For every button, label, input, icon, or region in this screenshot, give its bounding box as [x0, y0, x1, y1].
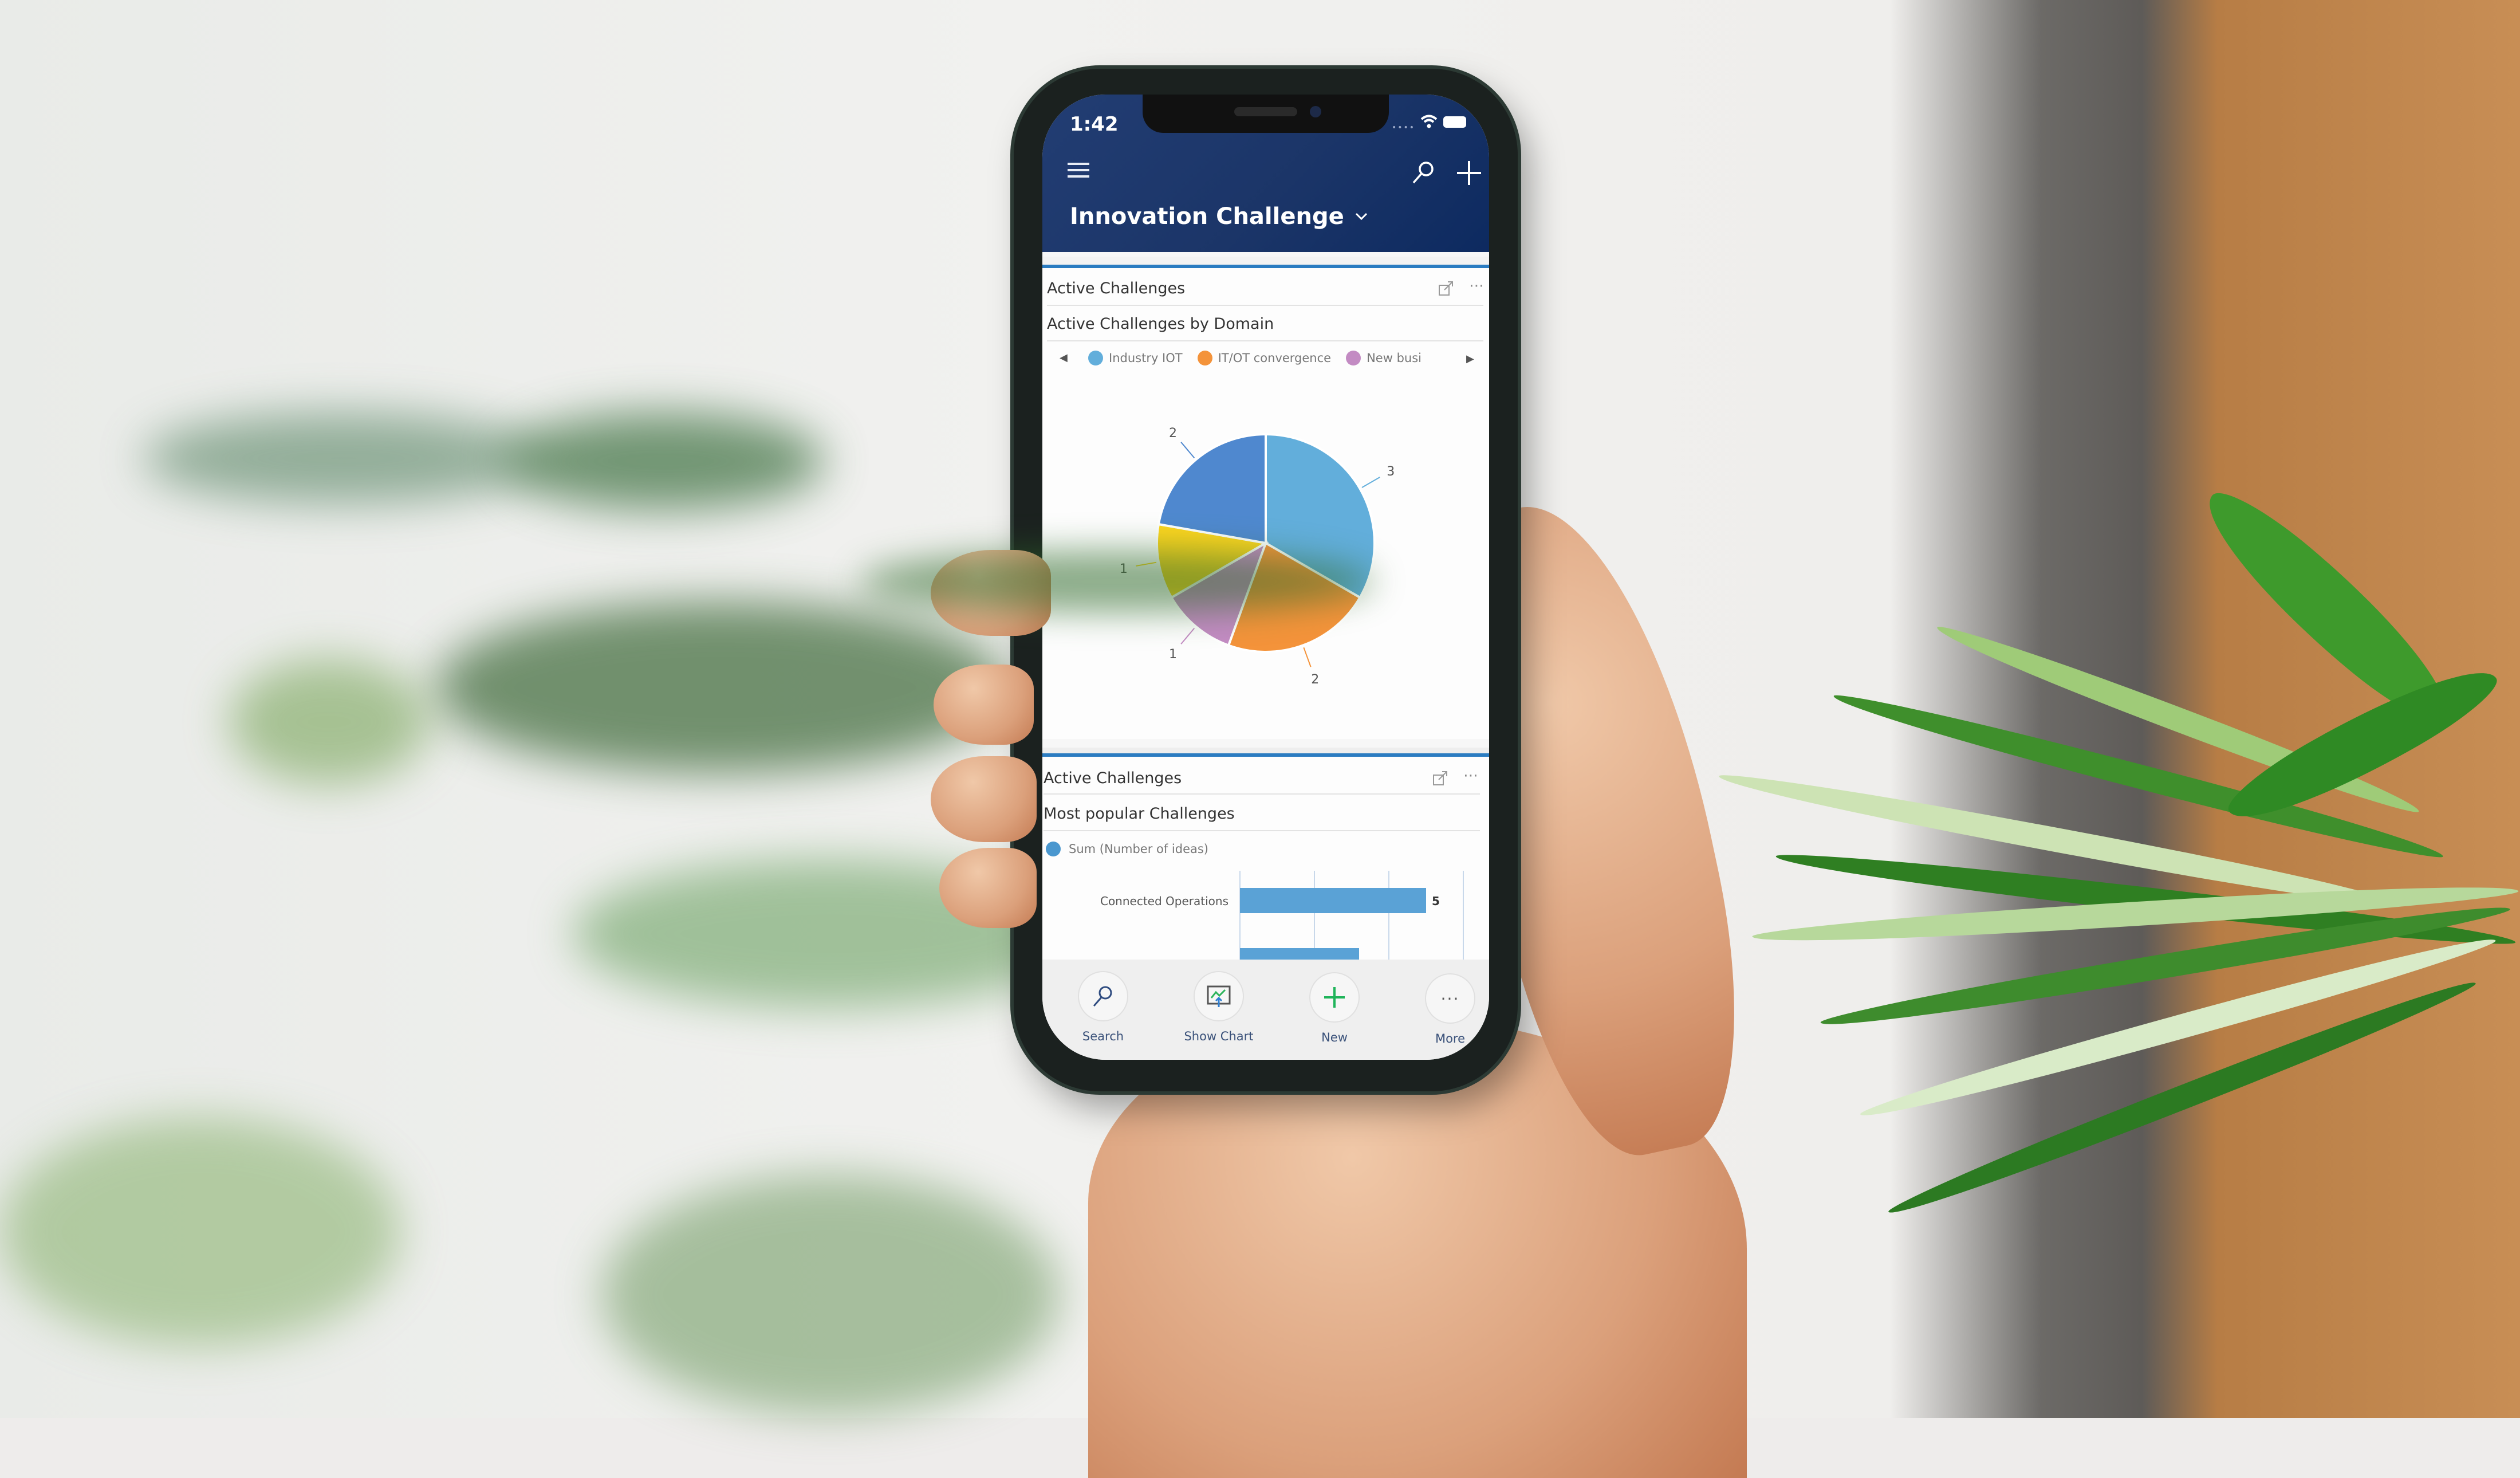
- card-accent: [1042, 753, 1489, 757]
- pie-leader-line: [1180, 627, 1195, 644]
- chart-legend: Industry IOT IT/OT convergence New busi: [1088, 351, 1422, 365]
- card-header: Active Challenges: [1044, 769, 1182, 787]
- card-accent: [1042, 265, 1489, 268]
- battery-icon: [1443, 116, 1466, 128]
- bar-data-label: 5: [1432, 894, 1440, 908]
- legend-swatch: [1088, 351, 1103, 365]
- palm-plant: [1716, 447, 2520, 1421]
- expand-button[interactable]: [1438, 280, 1455, 299]
- show-chart-button-circle: [1194, 971, 1244, 1021]
- blurred-plant: [504, 412, 825, 510]
- divider: [1044, 830, 1480, 831]
- expand-button[interactable]: [1432, 769, 1449, 789]
- pie-chart: 32112: [1120, 426, 1395, 687]
- finger-4: [939, 848, 1037, 928]
- header-search-button[interactable]: [1410, 159, 1438, 186]
- legend-prev-button[interactable]: ◀: [1060, 352, 1068, 364]
- expand-icon: [1433, 771, 1447, 785]
- finger-2: [934, 665, 1034, 745]
- hamburger-icon: [1068, 163, 1089, 178]
- menu-button[interactable]: [1066, 160, 1092, 181]
- new-button-circle: [1309, 972, 1360, 1023]
- chart-icon: [1207, 985, 1231, 1007]
- pie-leader-line: [1361, 477, 1380, 488]
- page-title: Innovation Challenge: [1070, 203, 1344, 230]
- chart-title: Active Challenges by Domain: [1047, 315, 1274, 333]
- blurred-plant: [0, 1117, 401, 1346]
- legend-swatch: [1046, 842, 1061, 856]
- view-selector[interactable]: Innovation Challenge: [1070, 203, 1368, 230]
- bottom-toolbar: Search Show Chart New ··· More: [1042, 960, 1489, 1060]
- search-icon: [1093, 986, 1112, 1007]
- pie-leader-line: [1180, 442, 1195, 459]
- plus-icon: [1457, 161, 1481, 185]
- pie-leader-line: [1303, 647, 1312, 667]
- legend-item[interactable]: IT/OT convergence: [1197, 351, 1331, 365]
- toolbar-more-button[interactable]: ··· More: [1404, 973, 1489, 1045]
- chart-card-popular: Active Challenges ⋯ Most popular Challen…: [1042, 748, 1489, 960]
- speaker-grille: [1234, 107, 1297, 116]
- expand-icon: [1439, 281, 1453, 296]
- card-header: Active Challenges: [1047, 280, 1186, 297]
- finger-3: [931, 756, 1037, 842]
- status-time: 1:42: [1070, 113, 1119, 136]
- front-camera: [1310, 106, 1321, 117]
- blurred-plant: [143, 412, 544, 504]
- search-icon: [1412, 162, 1434, 184]
- legend-item[interactable]: Industry IOT: [1088, 351, 1183, 365]
- bar-category-label: Connected Operations: [1100, 894, 1228, 908]
- ellipsis-icon: ···: [1440, 989, 1460, 1008]
- legend-swatch: [1197, 351, 1212, 365]
- chart-title: Most popular Challenges: [1044, 805, 1235, 823]
- bar[interactable]: [1240, 888, 1426, 913]
- blurred-plant: [601, 1174, 1060, 1415]
- foreground-blurred-leaf: [859, 550, 1375, 613]
- more-options-button[interactable]: ⋯: [1469, 277, 1484, 294]
- wifi-icon: [1420, 114, 1438, 131]
- pie-data-label: 1: [1169, 647, 1177, 662]
- search-button-circle: [1078, 971, 1128, 1021]
- legend-swatch: [1346, 351, 1361, 365]
- legend-item[interactable]: New busi: [1346, 351, 1422, 365]
- signal-icon: ••••: [1392, 123, 1416, 132]
- blurred-plant: [435, 602, 1008, 773]
- pie-slice[interactable]: [1157, 433, 1267, 545]
- phone-notch: [1143, 95, 1389, 133]
- pie-data-label: 2: [1311, 673, 1319, 687]
- blurred-plant: [229, 659, 430, 785]
- toolbar-new-button[interactable]: New: [1289, 972, 1380, 1044]
- header-add-button[interactable]: [1455, 159, 1483, 187]
- divider: [1044, 793, 1480, 795]
- plus-icon: [1324, 987, 1345, 1008]
- toolbar-search-button[interactable]: Search: [1057, 971, 1149, 1043]
- more-button-circle: ···: [1425, 973, 1475, 1024]
- divider: [1047, 305, 1483, 306]
- divider: [1047, 340, 1483, 341]
- more-options-button[interactable]: ⋯: [1463, 767, 1478, 784]
- chart-legend: Sum (Number of ideas): [1046, 842, 1208, 856]
- legend-next-button[interactable]: ▶: [1466, 353, 1474, 365]
- bar[interactable]: [1240, 948, 1359, 960]
- toolbar-show-chart-button[interactable]: Show Chart: [1173, 971, 1265, 1043]
- pie-data-label: 2: [1169, 426, 1177, 441]
- app-header: 1:42 •••• Innovation Challenge: [1042, 95, 1489, 252]
- chart-card-domain: Active Challenges ⋯ Active Challenges by…: [1042, 257, 1489, 739]
- chevron-down-icon: [1355, 213, 1367, 221]
- bar-chart: Connected Operations 5: [1100, 871, 1464, 960]
- pie-data-label: 3: [1387, 465, 1395, 479]
